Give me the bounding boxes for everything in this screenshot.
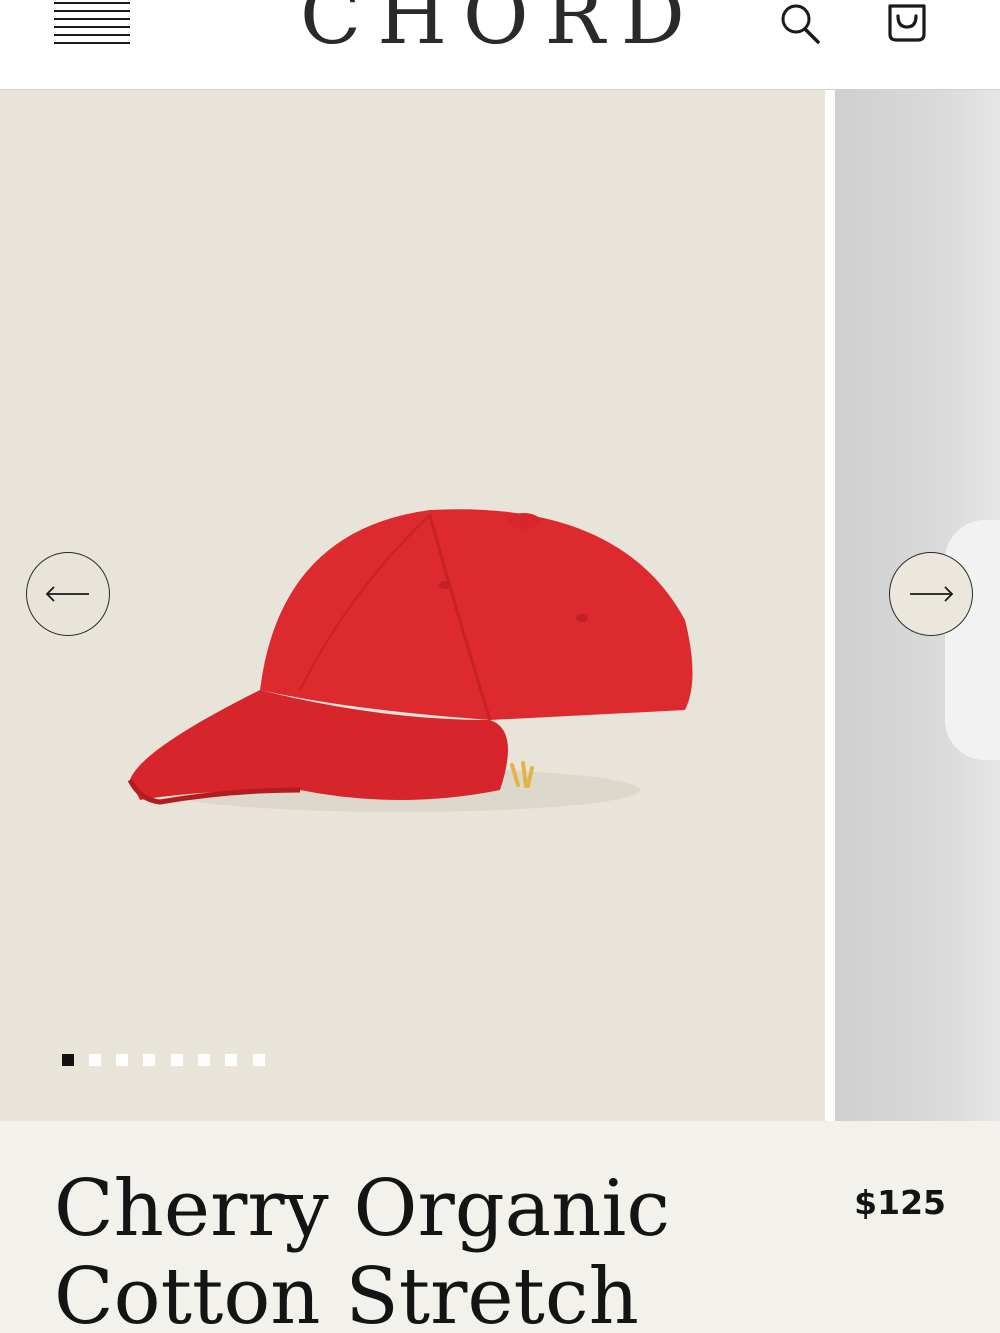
brand-logo[interactable]: CHORD <box>300 0 700 66</box>
arrow-left-icon[interactable] <box>26 552 110 636</box>
carousel-dot[interactable] <box>171 1054 183 1066</box>
carousel-dot[interactable] <box>225 1054 237 1066</box>
carousel-dot[interactable] <box>253 1054 265 1066</box>
product-title: Cherry Organic Cotton Stretch <box>54 1164 671 1333</box>
carousel-dot[interactable] <box>89 1054 101 1066</box>
carousel-dot[interactable] <box>143 1054 155 1066</box>
shopping-bag-icon[interactable] <box>884 0 930 46</box>
hamburger-menu-icon[interactable] <box>54 0 130 46</box>
product-image-main <box>0 90 825 1121</box>
carousel-dot[interactable] <box>198 1054 210 1066</box>
product-price: $125 <box>854 1183 946 1222</box>
arrow-right-icon[interactable] <box>889 552 973 636</box>
carousel-dot[interactable] <box>62 1054 74 1066</box>
carousel-dot[interactable] <box>116 1054 128 1066</box>
red-cap-image <box>127 509 693 812</box>
search-icon[interactable] <box>778 0 822 46</box>
site-header: CHORD <box>0 0 1000 90</box>
garment-preview <box>945 520 1000 760</box>
product-image-carousel[interactable] <box>0 90 1000 1121</box>
product-info: Cherry Organic Cotton Stretch $125 <box>0 1121 1000 1333</box>
